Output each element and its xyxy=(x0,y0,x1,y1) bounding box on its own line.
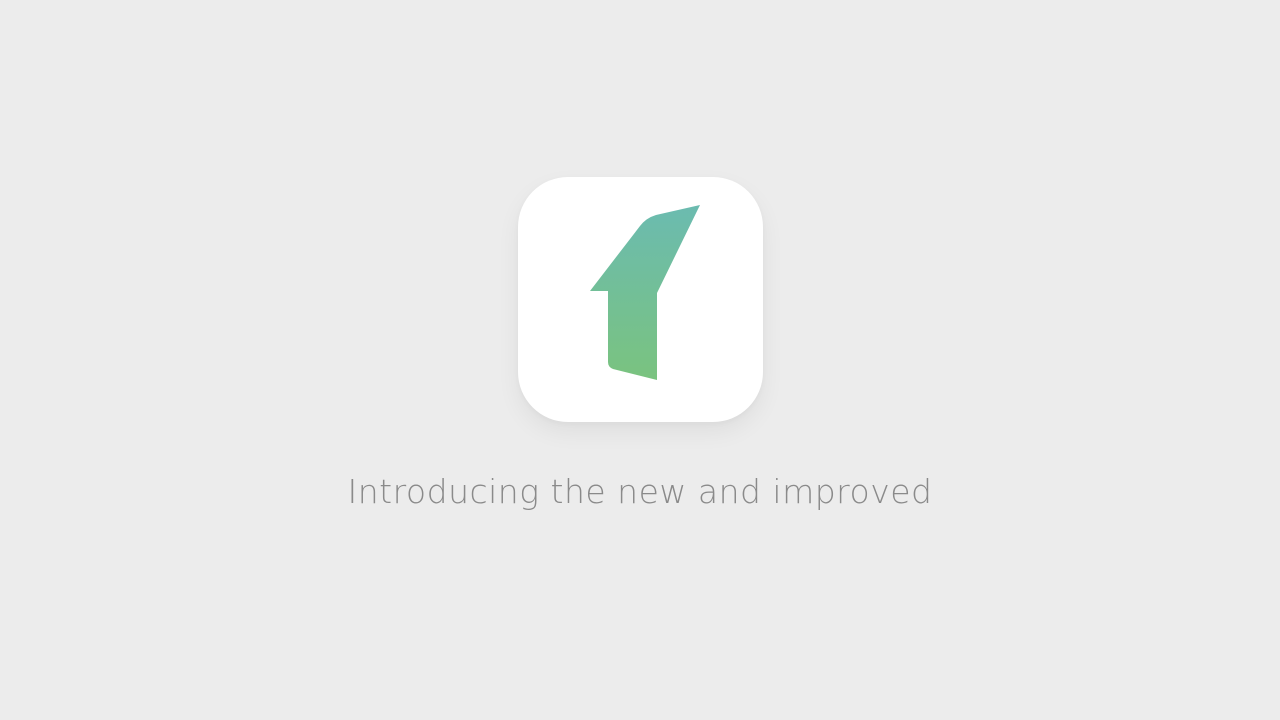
app-icon-tile xyxy=(518,177,763,422)
arrow-up-left-logo-icon xyxy=(590,205,700,380)
intro-screen: Introducing the new and improved xyxy=(0,0,1280,720)
tagline-text: Introducing the new and improved xyxy=(347,472,933,511)
